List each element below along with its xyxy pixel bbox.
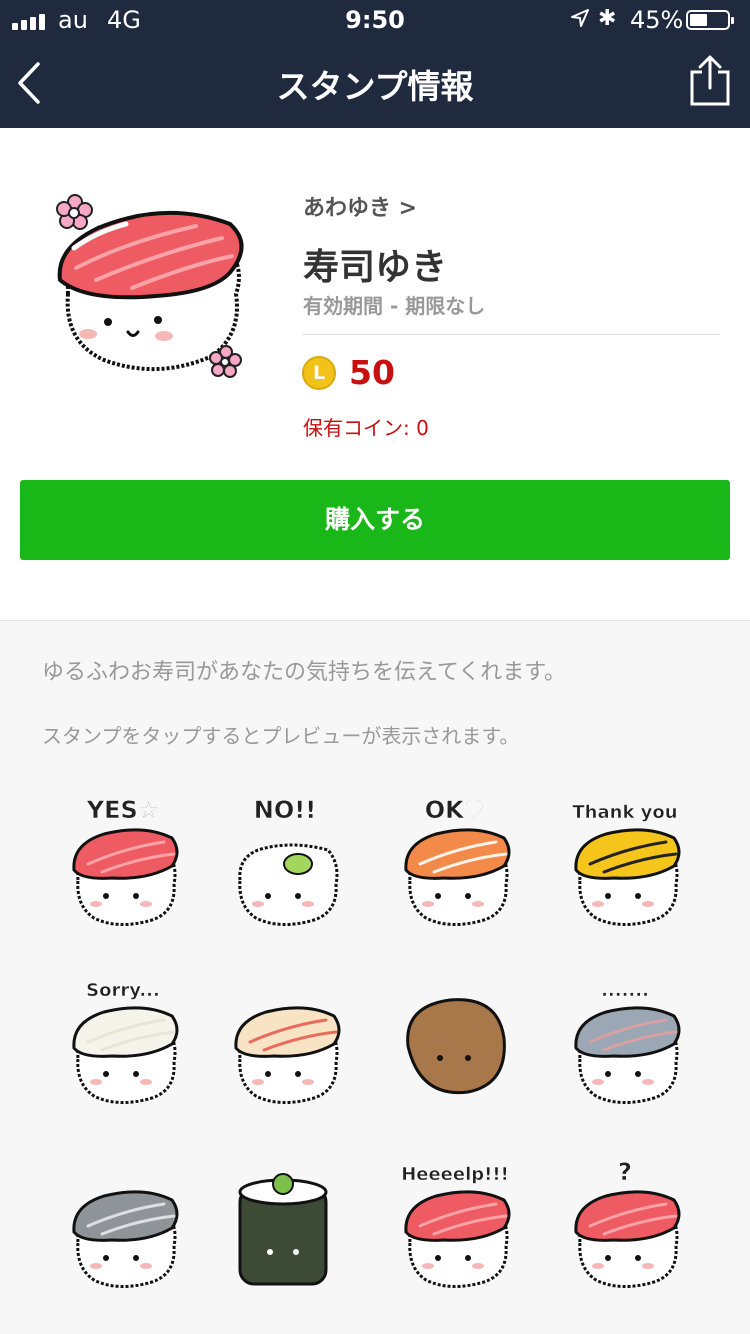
price: 50 [349,353,395,392]
sticker-image: Thank you [572,802,681,926]
sticker-image [72,1190,179,1288]
sticker-caption: NO!! [254,796,316,824]
battery-percent: 45% [630,6,684,34]
status-bar: au 4G 9:50 ✱ 45% [0,0,750,42]
page-title: スタンプ情報 [276,67,474,106]
sticker-item[interactable] [210,966,360,1116]
location-icon [571,9,589,27]
sticker-item[interactable] [380,966,530,1116]
buy-button[interactable]: 購入する [20,480,730,560]
sticker-caption: ....... [601,980,649,1001]
sticker-caption: YES☆ [86,796,160,824]
battery-icon [686,10,734,30]
sticker-info-panel: あわゆき > 寿司ゆき 有効期間 - 期限なし L 50 保有コイン: 0 購入… [0,128,750,621]
preview-hint: スタンプをタップするとプレビューが表示されます。 [42,724,520,748]
header: au 4G 9:50 ✱ 45% スタンプ情報 [0,0,750,128]
sticker-item[interactable]: ? [550,1150,700,1300]
sticker-item[interactable]: OK♡ [380,788,530,938]
sticker-image: ....... [574,980,681,1104]
sticker-image: OK♡ [404,796,511,926]
sticker-item[interactable]: Heeeelp!!! [380,1150,530,1300]
sticker-image: Heeeelp!!! [401,1164,511,1288]
sticker-image [406,998,506,1095]
author-link[interactable]: あわゆき > [303,190,417,222]
sticker-item[interactable]: ....... [550,966,700,1116]
sticker-item[interactable]: YES☆ [48,788,198,938]
sticker-caption: Heeeelp!!! [401,1164,509,1185]
sticker-caption: OK♡ [425,796,486,824]
bluetooth-icon: ✱ [598,6,617,31]
validity-label: 有効期間 - 期限なし [303,294,486,318]
sticker-item[interactable]: Thank you [550,788,700,938]
sticker-image: YES☆ [72,796,179,926]
sticker-image [238,1173,328,1286]
share-button[interactable] [688,54,732,108]
sticker-title: 寿司ゆき [303,247,448,288]
divider [303,334,720,335]
sticker-caption: Thank you [572,802,677,823]
sticker-item[interactable]: NO!! [210,788,360,938]
sticker-image: ? [574,1158,681,1288]
sticker-image: Sorry... [72,980,179,1104]
flower-icon [56,194,93,230]
sticker-item[interactable]: Sorry... [48,966,198,1116]
line-coin-icon: L [302,356,336,390]
sticker-caption: ? [618,1158,632,1186]
sticker-item[interactable] [48,1150,198,1300]
coins-held: 保有コイン: 0 [303,416,429,440]
sticker-image: NO!! [238,796,339,926]
sticker-image [234,1006,341,1104]
sticker-item[interactable] [210,1150,360,1300]
sticker-main-image [56,194,244,378]
pack-description: ゆるふわお寿司があなたの気持ちを伝えてくれます。 [42,660,567,685]
sticker-caption: Sorry... [86,980,160,1001]
